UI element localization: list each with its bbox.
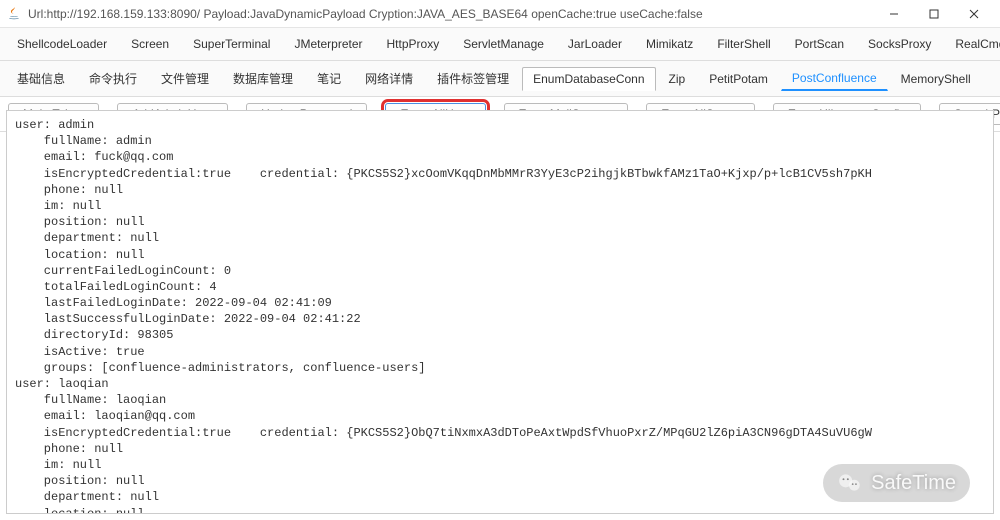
tab-httpproxy[interactable]: HttpProxy (376, 32, 451, 56)
tab-realcmd[interactable]: RealCmd (944, 32, 1000, 56)
tab-superterminal[interactable]: SuperTerminal (182, 32, 281, 56)
tab-PetitPotam[interactable]: PetitPotam (698, 67, 779, 91)
tab-Zip[interactable]: Zip (658, 67, 697, 91)
output-pane[interactable]: user: admin fullName: admin email: fuck@… (6, 110, 994, 514)
tab-jarloader[interactable]: JarLoader (557, 32, 633, 56)
tab-socksproxy[interactable]: SocksProxy (857, 32, 942, 56)
tab-数据库管理[interactable]: 数据库管理 (222, 65, 304, 92)
tab-MemoryShell[interactable]: MemoryShell (890, 67, 982, 91)
tabs-row-2: 基础信息命令执行文件管理数据库管理笔记网络详情插件标签管理EnumDatabas… (0, 61, 1000, 97)
minimize-button[interactable] (874, 0, 914, 28)
tab-screen[interactable]: Screen (120, 32, 180, 56)
window-controls (874, 0, 994, 28)
tab-文件管理[interactable]: 文件管理 (150, 65, 220, 92)
tab-插件标签管理[interactable]: 插件标签管理 (426, 65, 520, 92)
output-text: user: admin fullName: admin email: fuck@… (15, 118, 872, 514)
tab-servletmanage[interactable]: ServletManage (452, 32, 555, 56)
window-title: Url:http://192.168.159.133:8090/ Payload… (28, 7, 874, 21)
watermark: SafeTime (823, 464, 970, 502)
tab-jmeterpreter[interactable]: JMeterpreter (283, 32, 373, 56)
tabs-row-1: ShellcodeLoaderScreenSuperTerminalJMeter… (0, 28, 1000, 61)
tab-mimikatz[interactable]: Mimikatz (635, 32, 704, 56)
title-bar: Url:http://192.168.159.133:8090/ Payload… (0, 0, 1000, 28)
tab-笔记[interactable]: 笔记 (306, 65, 352, 92)
java-icon (6, 6, 22, 22)
tab-命令执行[interactable]: 命令执行 (78, 65, 148, 92)
tab-shellcodeloader[interactable]: ShellcodeLoader (6, 32, 118, 56)
tab-filtershell[interactable]: FilterShell (706, 32, 781, 56)
tab-portscan[interactable]: PortScan (784, 32, 855, 56)
tab-网络详情[interactable]: 网络详情 (354, 65, 424, 92)
maximize-button[interactable] (914, 0, 954, 28)
wechat-icon (837, 470, 863, 496)
watermark-label: SafeTime (871, 472, 956, 495)
close-button[interactable] (954, 0, 994, 28)
tab-PostConfluence[interactable]: PostConfluence (781, 66, 888, 91)
tab-EnumDatabaseConn[interactable]: EnumDatabaseConn (522, 67, 655, 91)
tab-基础信息[interactable]: 基础信息 (6, 65, 76, 92)
